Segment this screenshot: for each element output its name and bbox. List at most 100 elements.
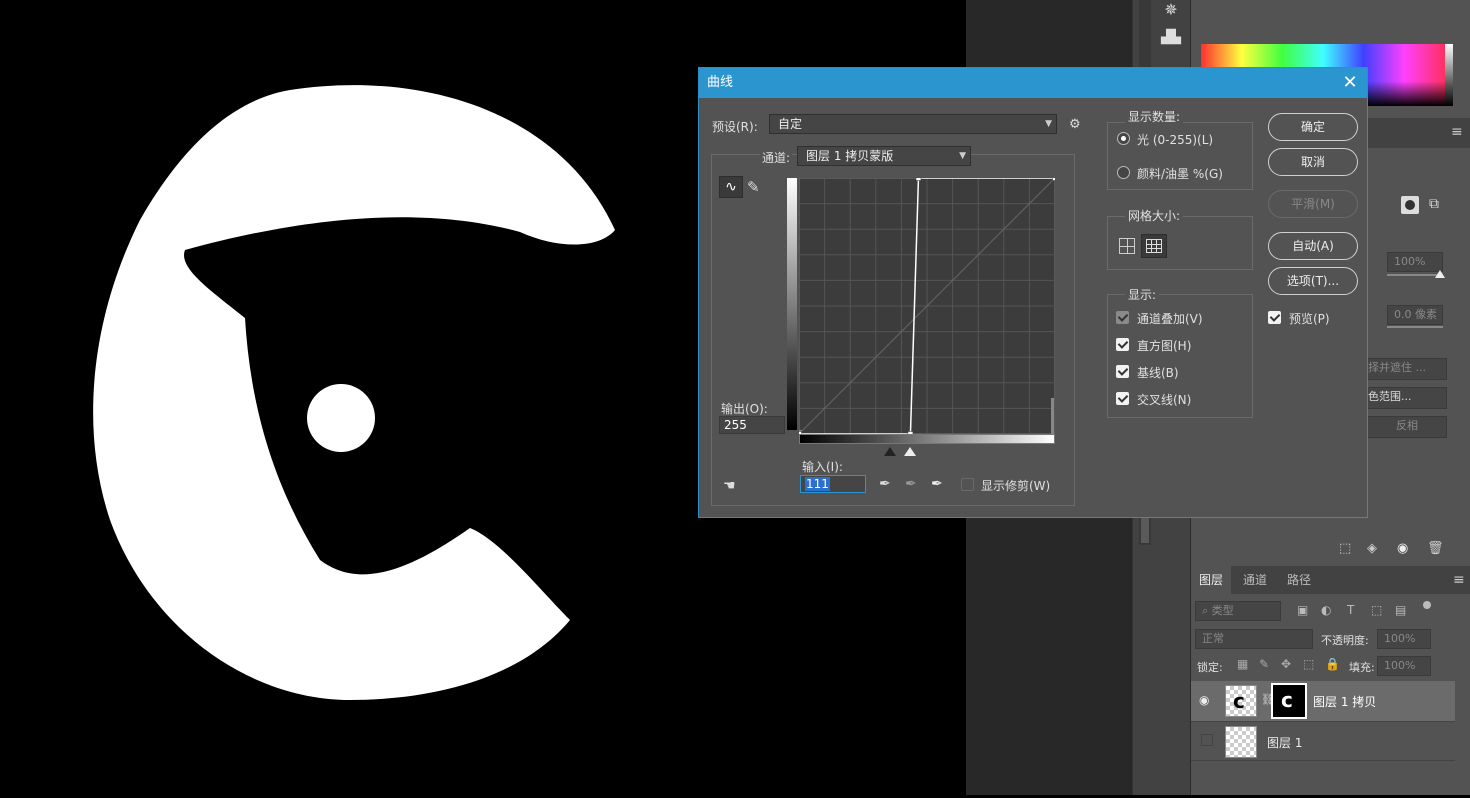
blend-mode-select[interactable]: 正常 (1195, 629, 1313, 649)
navigator-icon[interactable]: ✵ (1157, 0, 1185, 24)
close-icon[interactable]: ✕ (1339, 72, 1361, 94)
layers-panel-tabbar (1191, 566, 1470, 594)
density-slider-handle[interactable] (1435, 270, 1445, 278)
white-point-slider-icon[interactable] (904, 447, 916, 456)
layer-thumbnail: c (1225, 685, 1257, 717)
auto-button[interactable]: 自动(A) (1268, 232, 1358, 260)
sample-white-eyedropper-icon[interactable]: ✒ (931, 476, 943, 492)
sample-black-eyedropper-icon[interactable]: ✒ (879, 476, 891, 492)
visibility-toggle-empty[interactable] (1201, 734, 1213, 746)
curve-control-point[interactable] (1052, 178, 1056, 181)
tab-paths[interactable]: 路径 (1279, 566, 1319, 594)
dot-shape (307, 384, 375, 452)
lock-transparent-icon[interactable]: ▦ (1237, 657, 1248, 671)
options-button[interactable]: 选项(T)... (1268, 267, 1358, 295)
filter-type-icon[interactable]: T (1347, 603, 1354, 617)
chevron-down-icon: ▼ (959, 151, 966, 161)
layer-row[interactable]: ◉ c ⛓ c 图层 1 拷贝 (1191, 681, 1455, 721)
intersection-label: 交叉线(N) (1137, 393, 1192, 407)
filter-toggle-icon[interactable] (1423, 601, 1431, 609)
layer-mask-thumbnail[interactable]: c (1271, 683, 1307, 719)
input-label: 输入(I): (802, 460, 843, 474)
black-point-slider-icon[interactable] (884, 447, 896, 456)
tab-layers[interactable]: 图层 (1191, 566, 1232, 594)
histogram-checkbox[interactable] (1116, 338, 1129, 351)
density-field[interactable]: 100% (1387, 252, 1443, 272)
opacity-field[interactable]: 100% (1377, 629, 1431, 649)
opacity-label: 不透明度: (1321, 634, 1369, 647)
filter-shape-icon[interactable]: ⬚ (1371, 603, 1382, 617)
show-clipping-checkbox[interactable] (961, 478, 974, 491)
apply-mask-icon[interactable]: ◈ (1367, 541, 1377, 556)
mask-icon[interactable] (1401, 196, 1419, 214)
layer-filter-select[interactable]: ⌕ 类型 (1195, 601, 1281, 621)
visibility-eye-icon[interactable]: ◉ (1199, 693, 1209, 707)
pencil-tool-icon[interactable]: ✎ (747, 178, 760, 196)
lock-paint-icon[interactable]: ✎ (1259, 657, 1269, 671)
layer-name[interactable]: 图层 1 拷贝 (1313, 693, 1376, 710)
smooth-button[interactable]: 平滑(M) (1268, 190, 1358, 218)
color-range-button[interactable]: 色范围... (1361, 387, 1447, 409)
invert-button[interactable]: 反相 (1361, 416, 1447, 438)
grid-size-title: 网格大小: (1125, 207, 1184, 224)
preset-select[interactable]: 自定 ▼ (769, 114, 1057, 134)
lock-move-icon[interactable]: ✥ (1281, 657, 1291, 671)
color-spectrum-gray[interactable] (1445, 44, 1453, 106)
baseline-checkbox[interactable] (1116, 365, 1129, 378)
ok-button[interactable]: 确定 (1268, 113, 1358, 141)
tab-channels[interactable]: 通道 (1235, 566, 1275, 594)
feather-slider[interactable] (1387, 326, 1443, 328)
simple-grid-icon[interactable] (1119, 238, 1135, 254)
curve-control-point[interactable] (915, 178, 922, 181)
preview-label: 预览(P) (1289, 312, 1330, 326)
preview-checkbox[interactable] (1268, 311, 1281, 324)
channel-select[interactable]: 图层 1 拷贝蒙版 ▼ (797, 146, 971, 166)
output-gradient-bar (787, 178, 797, 430)
lock-artboard-icon[interactable]: ⬚ (1303, 657, 1314, 671)
trash-icon[interactable]: 🗑 (1427, 541, 1444, 556)
input-value: 111 (805, 477, 830, 491)
curve-point-tool-icon[interactable]: ∿ (719, 176, 743, 198)
layer-name[interactable]: 图层 1 (1267, 734, 1302, 751)
detailed-grid-icon[interactable] (1141, 234, 1167, 258)
feather-field[interactable]: 0.0 像素 (1387, 305, 1443, 325)
layers-panel-menu-icon[interactable]: ≡ (1453, 572, 1465, 588)
target-adjust-hand-icon[interactable]: ☚ (723, 478, 736, 494)
lock-label: 锁定: (1197, 661, 1223, 674)
channel-overlay-checkbox[interactable] (1116, 311, 1129, 324)
panel-menu-icon[interactable]: ≡ (1451, 124, 1463, 140)
detailed-grid-glyph (1146, 239, 1162, 253)
preset-options-gear-icon[interactable]: ⚙ (1069, 117, 1081, 132)
filter-adjustment-icon[interactable]: ◐ (1321, 603, 1331, 617)
pigment-label: 颜料/油墨 %(G) (1137, 167, 1223, 181)
select-and-mask-button[interactable]: 择并遮住 ... (1361, 358, 1447, 380)
scrollbar-thumb[interactable] (1141, 515, 1149, 543)
input-field[interactable]: 111 (800, 475, 866, 493)
histogram-bar (1051, 398, 1054, 434)
chevron-down-icon: ▼ (1045, 119, 1052, 129)
output-field[interactable]: 255 (719, 416, 785, 434)
cancel-button[interactable]: 取消 (1268, 148, 1358, 176)
search-icon: ⌕ (1202, 604, 1212, 617)
sample-gray-eyedropper-icon[interactable]: ✒ (905, 476, 917, 492)
layer-divider (1191, 760, 1455, 761)
filter-image-icon[interactable]: ▣ (1297, 603, 1308, 617)
filter-smart-object-icon[interactable]: ▤ (1395, 603, 1406, 617)
fill-field[interactable]: 100% (1377, 656, 1431, 676)
preset-label: 预设(R): (712, 120, 758, 134)
curve-graph[interactable] (799, 178, 1055, 434)
intersection-checkbox[interactable] (1116, 392, 1129, 405)
channel-label: 通道: (760, 149, 793, 166)
light-radio[interactable] (1117, 132, 1130, 145)
fill-label: 填充: (1349, 661, 1375, 674)
curves-dialog: 曲线 ✕ 预设(R): 自定 ▼ ⚙ 通道: 图层 1 拷贝蒙版 ▼ ∿ ✎ 输出(… (698, 67, 1368, 518)
pigment-radio[interactable] (1117, 166, 1130, 179)
channel-overlay-label: 通道叠加(V) (1137, 312, 1203, 326)
load-selection-icon[interactable]: ⬚ (1339, 541, 1351, 556)
vector-mask-icon[interactable]: ⧉ (1429, 196, 1439, 212)
eye-icon[interactable]: ◉ (1397, 541, 1408, 556)
dialog-titlebar[interactable]: 曲线 (699, 68, 1367, 98)
histogram-icon[interactable]: ▟▙ (1157, 30, 1185, 54)
layer-row[interactable]: 图层 1 (1191, 722, 1455, 762)
lock-all-icon[interactable]: 🔒 (1325, 657, 1340, 671)
